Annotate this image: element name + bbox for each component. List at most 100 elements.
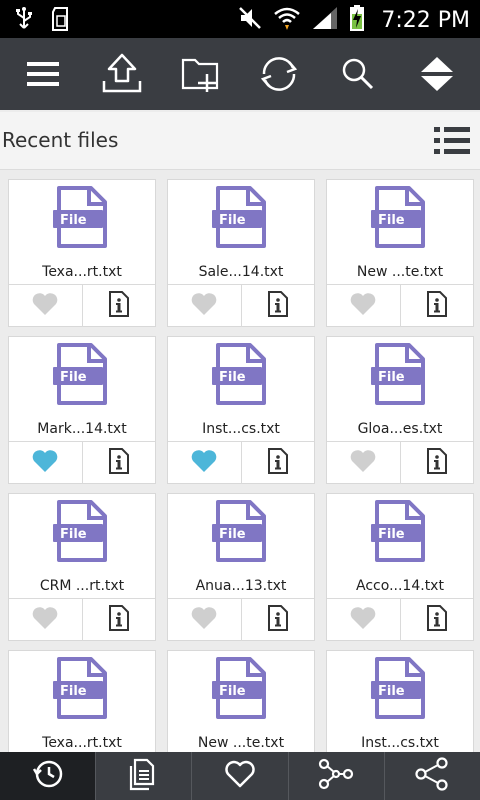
info-button[interactable] (240, 285, 315, 327)
favorite-button[interactable] (168, 599, 241, 641)
share-tab[interactable] (383, 752, 480, 800)
documents-icon (127, 756, 161, 796)
file-card[interactable]: File Acco...14.txt (326, 493, 474, 641)
heart-icon (349, 291, 377, 321)
info-button[interactable] (399, 442, 474, 484)
favorite-button[interactable] (9, 442, 82, 484)
heart-icon (349, 448, 377, 478)
file-card[interactable]: File Mark...14.txt (8, 336, 156, 484)
mute-icon (237, 5, 263, 35)
file-card[interactable]: File Texa...rt.txt (8, 650, 156, 752)
favorite-button[interactable] (327, 285, 400, 327)
file-icon: File (53, 186, 111, 248)
file-icon-label: File (378, 527, 405, 542)
recent-icon (31, 757, 65, 795)
info-icon (266, 604, 290, 636)
info-button[interactable] (81, 599, 156, 641)
file-name: Mark...14.txt (37, 421, 127, 437)
toolbar (0, 38, 480, 110)
file-icon: File (212, 343, 270, 405)
info-button[interactable] (240, 599, 315, 641)
bottom-nav (0, 752, 480, 800)
menu-icon[interactable] (13, 44, 73, 104)
sort-icon[interactable] (407, 44, 467, 104)
battery-charging-icon (349, 4, 365, 36)
favorites-icon (223, 758, 257, 794)
info-icon (107, 447, 131, 479)
heart-icon (190, 448, 218, 478)
file-card[interactable]: File Anua...13.txt (167, 493, 315, 641)
file-icon: File (371, 343, 429, 405)
file-actions (9, 284, 155, 327)
favorite-button[interactable] (168, 442, 241, 484)
file-card[interactable]: File Sale...14.txt (167, 179, 315, 327)
usb-icon (14, 6, 34, 36)
info-icon (107, 604, 131, 636)
info-button[interactable] (240, 442, 315, 484)
info-icon (425, 604, 449, 636)
file-icon: File (212, 186, 270, 248)
sync-icon[interactable] (249, 44, 309, 104)
favorite-button[interactable] (9, 285, 82, 327)
favorite-button[interactable] (327, 442, 400, 484)
file-name: Inst...cs.txt (202, 421, 280, 437)
file-name: Sale...14.txt (198, 264, 284, 280)
info-button[interactable] (399, 285, 474, 327)
file-icon-label: File (219, 370, 246, 385)
heart-icon (31, 291, 59, 321)
file-icon: File (53, 343, 111, 405)
file-name: Inst...cs.txt (361, 735, 439, 751)
file-card[interactable]: File Inst...cs.txt (326, 650, 474, 752)
favorite-button[interactable] (9, 599, 82, 641)
new-folder-icon[interactable] (171, 44, 231, 104)
status-time: 7:22 PM (381, 7, 470, 33)
file-icon: File (212, 500, 270, 562)
upload-icon[interactable] (92, 44, 152, 104)
list-view-icon[interactable] (432, 124, 472, 158)
page-title: Recent files (2, 128, 119, 152)
file-actions (9, 441, 155, 484)
file-card[interactable]: File Gloa...es.txt (326, 336, 474, 484)
file-icon-label: File (60, 527, 87, 542)
file-actions (168, 598, 314, 641)
file-name: CRM ...rt.txt (39, 578, 125, 594)
file-icon: File (371, 186, 429, 248)
favorite-button[interactable] (327, 599, 400, 641)
info-button[interactable] (81, 285, 156, 327)
file-icon-label: File (378, 684, 405, 699)
file-name: New ...te.txt (197, 735, 285, 751)
info-icon (266, 447, 290, 479)
status-bar: 7:22 PM (0, 0, 480, 38)
info-icon (425, 447, 449, 479)
file-icon: File (212, 657, 270, 719)
sd-card-icon (50, 6, 70, 36)
wifi-icon (273, 5, 301, 35)
file-icon-label: File (219, 527, 246, 542)
file-icon: File (371, 657, 429, 719)
info-button[interactable] (81, 442, 156, 484)
recent-tab[interactable] (0, 752, 96, 800)
documents-tab[interactable] (95, 752, 191, 800)
file-card[interactable]: File Texa...rt.txt (8, 179, 156, 327)
file-card[interactable]: File Inst...cs.txt (167, 336, 315, 484)
file-name: Acco...14.txt (356, 578, 444, 594)
favorites-tab[interactable] (191, 752, 287, 800)
search-icon[interactable] (328, 44, 388, 104)
info-button[interactable] (399, 599, 474, 641)
file-card[interactable]: File CRM ...rt.txt (8, 493, 156, 641)
file-icon: File (53, 657, 111, 719)
network-tab[interactable] (287, 752, 384, 800)
signal-icon (311, 5, 339, 35)
favorite-button[interactable] (168, 285, 241, 327)
file-card[interactable]: File New ...te.txt (167, 650, 315, 752)
info-icon (266, 290, 290, 322)
file-icon-label: File (378, 370, 405, 385)
file-icon: File (371, 500, 429, 562)
file-card[interactable]: File New ...te.txt (326, 179, 474, 327)
file-icon-label: File (219, 684, 246, 699)
heart-icon (190, 605, 218, 635)
heart-icon (349, 605, 377, 635)
file-icon: File (53, 500, 111, 562)
file-name: Texa...rt.txt (42, 264, 122, 280)
file-name: Anua...13.txt (195, 578, 287, 594)
